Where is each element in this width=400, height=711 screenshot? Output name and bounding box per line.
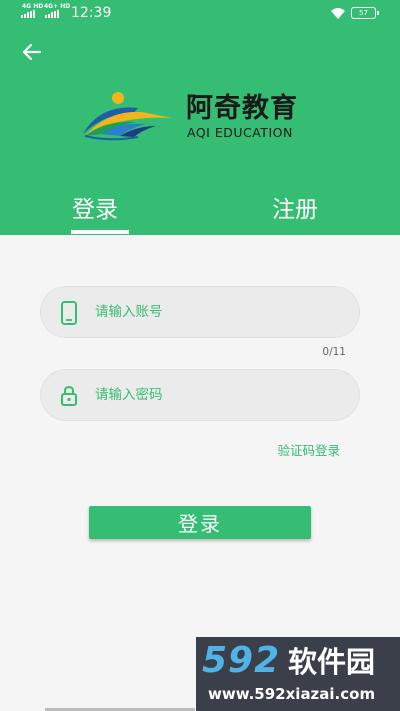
sms-login-link[interactable]: 验证码登录: [277, 440, 340, 459]
sim1-signal-icon: [21, 10, 38, 18]
back-arrow-icon[interactable]: [20, 40, 44, 64]
password-input[interactable]: [95, 370, 345, 420]
tab-register[interactable]: 注册: [272, 195, 318, 225]
status-time: 12:39: [71, 5, 112, 21]
brand-name-cn: 阿奇教育: [186, 93, 298, 124]
phone-icon: [61, 301, 77, 325]
password-field[interactable]: [40, 369, 360, 421]
sim2-signal-icon: [45, 10, 62, 18]
account-field[interactable]: [40, 286, 360, 338]
brand-name-en: AQI EDUCATION: [187, 125, 293, 140]
battery-icon: 57: [351, 7, 379, 19]
header-banner: 4G HD 4G+ HD 12:39 57 阿奇教育 AQI EDUCATION…: [0, 0, 400, 235]
tab-login[interactable]: 登录: [72, 195, 118, 225]
status-bar: 4G HD 4G+ HD 12:39 57: [0, 0, 400, 26]
lock-icon: [61, 385, 77, 406]
account-input[interactable]: [95, 287, 345, 337]
aqi-logo-icon: [83, 92, 172, 141]
watermark-number: 592: [202, 640, 281, 681]
watermark-banner: 592 软件园 www.592xiazai.com: [196, 637, 400, 711]
wifi-icon: [331, 8, 345, 19]
login-button[interactable]: 登录: [89, 506, 311, 539]
account-char-counter: 0/11: [322, 346, 346, 358]
watermark-url: www.592xiazai.com: [208, 685, 376, 703]
tab-active-indicator: [71, 230, 129, 234]
watermark-name: 软件园: [288, 645, 376, 679]
